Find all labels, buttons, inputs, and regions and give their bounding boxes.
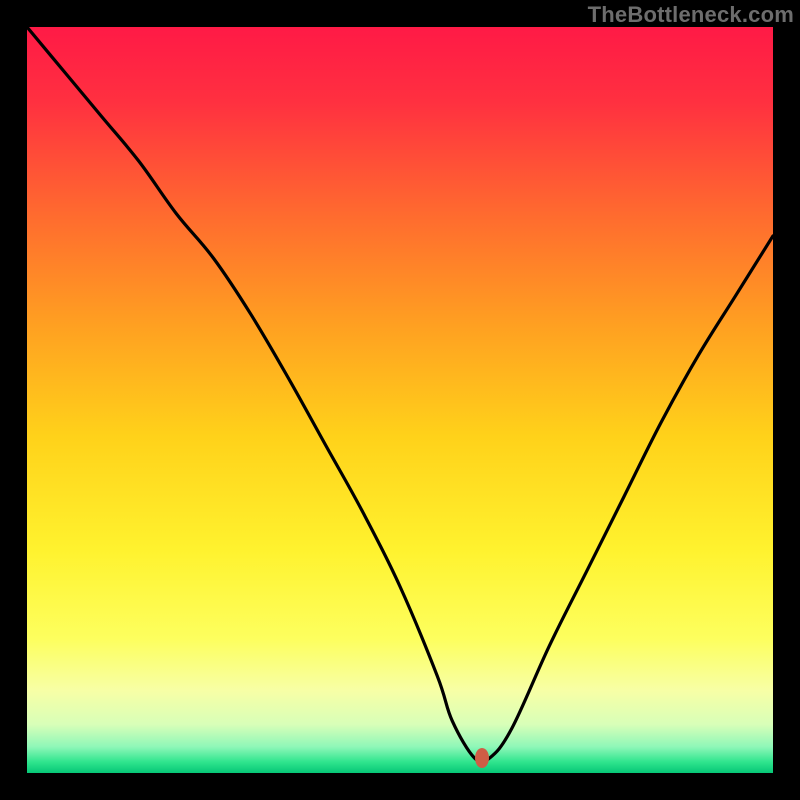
bottleneck-curve: [27, 27, 773, 773]
chart-frame: TheBottleneck.com: [0, 0, 800, 800]
watermark-text: TheBottleneck.com: [588, 2, 794, 28]
optimal-point-marker: [475, 748, 489, 768]
plot-area: [27, 27, 773, 773]
